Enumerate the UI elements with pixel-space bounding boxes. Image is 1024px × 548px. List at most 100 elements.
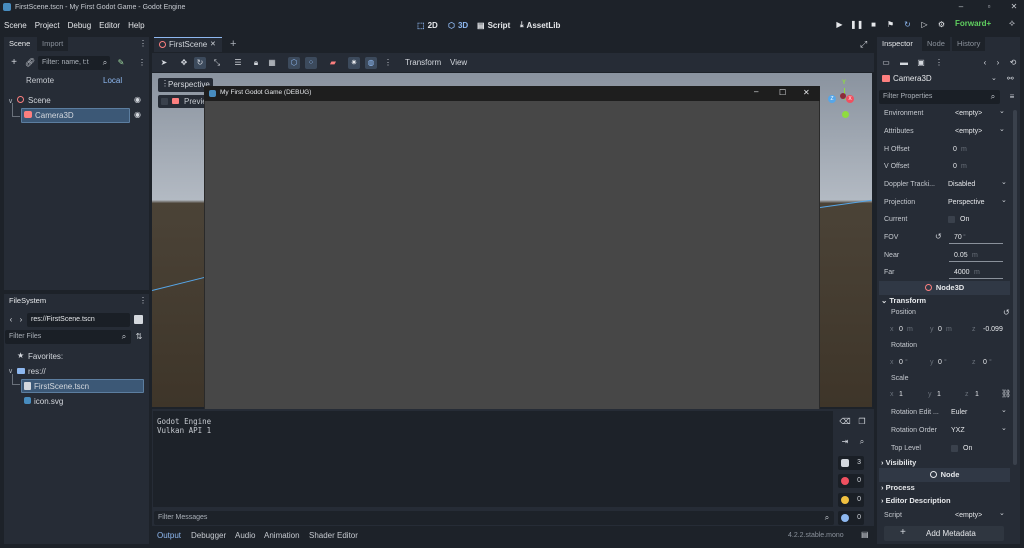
renderer-select[interactable]: Forward+ <box>955 19 991 28</box>
toggle-output-icon[interactable]: ⇥ <box>839 436 851 448</box>
panel-toggle-icon[interactable]: ▤ <box>861 530 869 539</box>
pause-icon[interactable]: ❚❚ <box>850 18 863 31</box>
prop-environment-value[interactable]: <empty> <box>955 107 982 121</box>
copy-output-icon[interactable]: ❐ <box>856 416 868 428</box>
menu-editor[interactable]: Editor <box>95 21 124 30</box>
prop-script-value[interactable]: <empty> <box>955 509 982 523</box>
position-y-value[interactable]: 0 <box>938 323 942 337</box>
rotation-z-value[interactable]: 0 <box>983 356 987 370</box>
tab-output[interactable]: Output <box>157 531 181 540</box>
sort-icon[interactable]: ⇅ <box>133 331 145 343</box>
forward-icon[interactable]: › <box>992 57 1004 69</box>
filesystem-filter-input[interactable]: Filter Files <box>5 330 131 344</box>
visibility-eye-icon[interactable]: ◉ <box>134 95 141 104</box>
tab-shader-editor[interactable]: Shader Editor <box>309 531 358 540</box>
remote-debug-icon[interactable]: ⚑ <box>884 18 897 31</box>
prop-hoffset-value[interactable]: 0 <box>953 143 957 157</box>
debug-game-window[interactable] <box>204 86 820 448</box>
play-custom-icon[interactable]: ⚙ <box>935 18 948 31</box>
save-icon[interactable]: ▣ <box>915 57 927 69</box>
prop-voffset-value[interactable]: 0 <box>953 160 957 174</box>
open-folder-icon[interactable]: ▬ <box>898 57 910 69</box>
prop-projection-value[interactable]: Perspective <box>948 196 985 210</box>
camera-preview-icon[interactable]: ▰ <box>327 57 339 69</box>
split-mode-icon[interactable] <box>134 315 143 324</box>
distraction-free-icon[interactable]: ⤢ <box>860 39 867 50</box>
close-tab-icon[interactable]: ✕ <box>210 40 216 48</box>
filter-messages-input[interactable]: Filter Messages <box>154 511 834 525</box>
close-icon[interactable]: ✕ <box>803 88 810 97</box>
add-scene-icon[interactable]: + <box>230 38 236 50</box>
history-icon[interactable]: ⟲ <box>1007 57 1019 69</box>
rotation-x-value[interactable]: 0 <box>899 356 903 370</box>
scale-z-value[interactable]: 1 <box>975 388 979 402</box>
file-icon-svg[interactable]: icon.svg <box>34 397 63 406</box>
attach-script-icon[interactable]: ✎ <box>115 57 127 69</box>
warnings-count-button[interactable]: 0 <box>838 493 864 507</box>
prop-rotation-edit-value[interactable]: Euler <box>951 406 967 420</box>
scale-tool-icon[interactable]: ⤡ <box>211 57 223 69</box>
minimize-icon[interactable]: – <box>754 87 758 96</box>
rotate-tool-icon[interactable]: ↻ <box>194 57 206 69</box>
revert-icon[interactable]: ↺ <box>935 232 942 241</box>
play-icon[interactable]: ▶ <box>833 18 846 31</box>
close-icon[interactable]: ✕ <box>1008 1 1020 13</box>
inspector-menu-icon[interactable]: ≡ <box>1006 91 1018 103</box>
tab-inspector[interactable]: Inspector <box>877 37 918 51</box>
minimize-icon[interactable]: – <box>955 1 967 13</box>
chevron-down-icon[interactable]: ⌄ <box>991 74 997 82</box>
group-icon[interactable]: ▦ <box>266 57 278 69</box>
section-node3d[interactable]: Node3D <box>879 281 1010 295</box>
chevron-down-icon[interactable]: ⌄ <box>999 509 1005 517</box>
axis-gizmo[interactable]: Y X Z <box>828 80 862 118</box>
visibility-eye-icon[interactable]: ◉ <box>134 110 141 119</box>
sun-toggle-icon[interactable]: ✷ <box>348 57 360 69</box>
folder-res[interactable]: res:// <box>28 367 46 376</box>
tree-item-scene[interactable]: Scene <box>28 96 51 105</box>
chevron-down-icon[interactable]: ⌄ <box>999 107 1005 115</box>
add-node-icon[interactable]: + <box>8 57 20 69</box>
path-field[interactable]: res://FirstScene.tscn <box>27 313 130 327</box>
move-tool-icon[interactable]: ✥ <box>178 57 190 69</box>
messages-count-button[interactable]: 3 <box>838 456 864 470</box>
far-slider[interactable] <box>949 278 1003 279</box>
dock-menu-icon[interactable]: ⋮ <box>137 38 149 50</box>
position-x-value[interactable]: 0 <box>899 323 903 337</box>
remote-button[interactable]: Remote <box>26 76 54 85</box>
tree-item-camera3d[interactable]: Camera3D <box>35 111 74 120</box>
scene-menu-icon[interactable]: ⋮ <box>136 57 148 69</box>
link-icon[interactable]: ⛓︎ <box>1001 389 1011 398</box>
scale-x-value[interactable]: 1 <box>899 388 903 402</box>
scrollbar[interactable] <box>1013 110 1017 465</box>
tab-filesystem[interactable]: FileSystem <box>4 294 52 308</box>
toolbar-more-icon[interactable]: ⋮ <box>382 57 394 69</box>
dock-menu-icon[interactable]: ⋮ <box>137 295 149 307</box>
snap-icon[interactable]: ⁘ <box>305 57 317 69</box>
file-firstscene[interactable]: FirstScene.tscn <box>34 382 89 391</box>
prop-rotation-order-value[interactable]: YXZ <box>951 424 965 438</box>
select-tool-icon[interactable]: ➤ <box>158 57 170 69</box>
tab-history[interactable]: History <box>952 37 986 51</box>
tab-animation[interactable]: Animation <box>264 531 300 540</box>
section-node[interactable]: Node <box>879 468 1010 482</box>
new-resource-icon[interactable]: ▭ <box>880 57 892 69</box>
forward-icon[interactable]: › <box>15 314 27 326</box>
maximize-icon[interactable]: ☐ <box>779 88 786 97</box>
chevron-down-icon[interactable]: ⌄ <box>1001 424 1007 432</box>
object-tools-icon[interactable]: ⚯ <box>1007 74 1014 83</box>
lock-icon[interactable]: 🔒︎ <box>250 57 262 69</box>
chevron-down-icon[interactable]: ⌄ <box>999 125 1005 133</box>
workspace-3d-button[interactable]: ⬡ 3D <box>448 18 468 32</box>
top-level-checkbox[interactable] <box>951 445 958 452</box>
transform-menu[interactable]: Transform <box>405 58 441 67</box>
rotation-y-value[interactable]: 0 <box>938 356 942 370</box>
workspace-assetlib-button[interactable]: ⤓ AssetLib <box>520 18 560 32</box>
menu-project[interactable]: Project <box>31 21 64 30</box>
tab-import[interactable]: Import <box>37 37 69 51</box>
group-process[interactable]: › Process <box>881 482 915 494</box>
errors-count-button[interactable]: 0 <box>838 474 864 488</box>
menu-debug[interactable]: Debug <box>64 21 96 30</box>
link-icon[interactable]: 🔗︎ <box>24 57 36 69</box>
tab-scene[interactable]: Scene <box>4 37 36 51</box>
tab-node[interactable]: Node <box>922 37 950 51</box>
